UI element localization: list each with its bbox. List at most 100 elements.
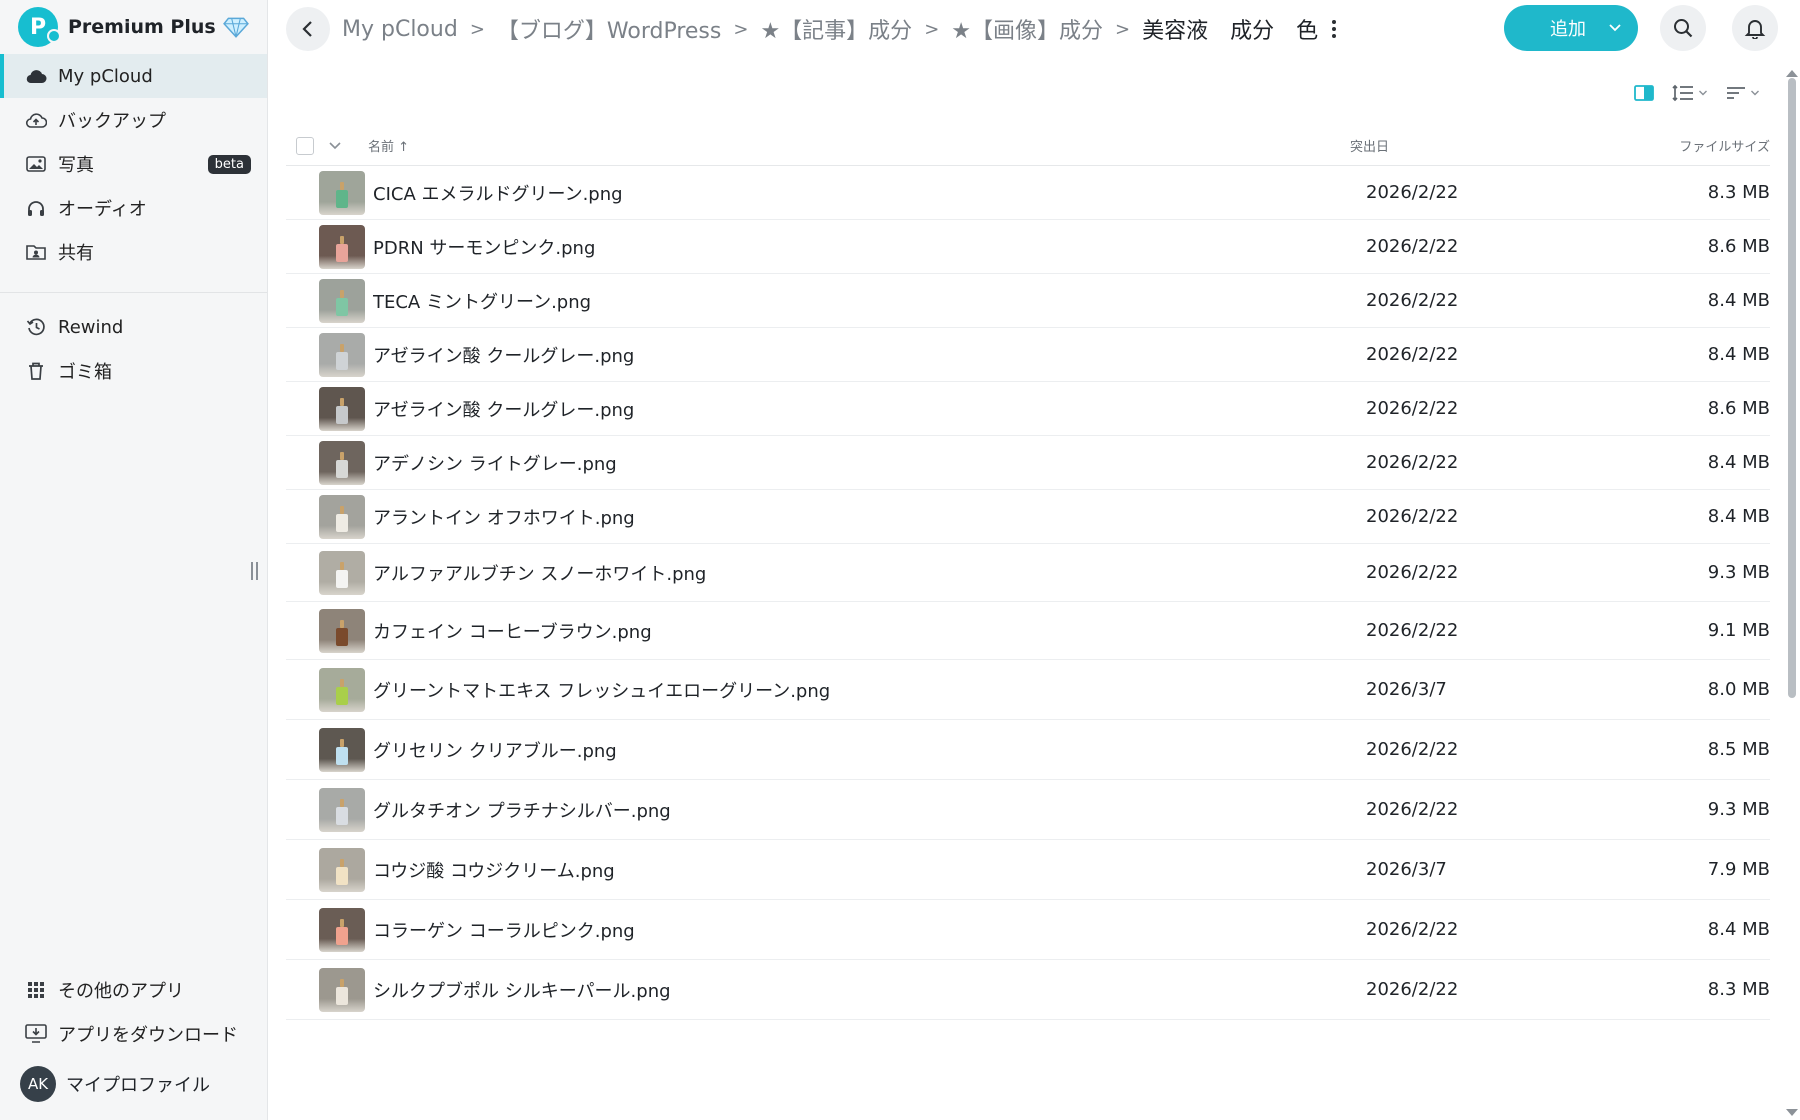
file-name[interactable]: シルクプブポル シルキーパール.png (373, 977, 1366, 1003)
file-date: 2026/2/22 (1366, 506, 1459, 527)
bottle-cap-icon (340, 798, 344, 807)
breadcrumb: My pCloud > 【ブログ】WordPress > ★【記事】成分 > ★… (342, 13, 1344, 45)
info-panel-toggle[interactable] (1634, 84, 1654, 102)
bottle-icon (336, 926, 348, 945)
bottle-cap-icon (340, 289, 344, 298)
sidebar-item-download-app[interactable]: アプリをダウンロード (0, 1012, 267, 1056)
file-thumbnail (319, 224, 365, 269)
file-size: 8.5 MB (1707, 739, 1770, 760)
file-name[interactable]: コウジ酸 コウジクリーム.png (373, 857, 1366, 883)
history-icon (24, 315, 48, 339)
file-row[interactable]: PDRN サーモンピンク.png 2026/2/22 8.6 MB (286, 220, 1770, 274)
bottle-cap-icon (340, 451, 344, 460)
file-name[interactable]: アゼライン酸 クールグレー.png (373, 396, 1366, 422)
bottle-icon (336, 686, 348, 705)
file-row[interactable]: シルクプブポル シルキーパール.png 2026/2/22 8.3 MB (286, 960, 1770, 1020)
file-row[interactable]: アデノシン ライトグレー.png 2026/2/22 8.4 MB (286, 436, 1770, 490)
file-row[interactable]: グリーントマトエキス フレッシュイエローグリーン.png 2026/3/7 8.0 … (286, 660, 1770, 720)
file-date: 2026/2/22 (1366, 620, 1459, 641)
scrollbar-thumb[interactable] (1788, 78, 1796, 698)
sidebar-item-my-pcloud[interactable]: My pCloud (0, 54, 267, 98)
column-header-size[interactable]: ファイルサイズ (1679, 136, 1770, 155)
scroll-down-arrow-icon[interactable] (1786, 1109, 1798, 1116)
primary-nav: My pCloud バックアップ 写真 beta オーディオ 共有 (0, 54, 267, 274)
sidebar-item-label: Rewind (58, 316, 124, 338)
sidebar-divider (0, 292, 267, 293)
profile-label: マイプロファイル (66, 1075, 210, 1096)
sidebar-item-rewind[interactable]: Rewind (0, 305, 267, 349)
search-button[interactable] (1660, 5, 1706, 51)
sidebar-item-label: アプリをダウンロード (58, 1025, 238, 1046)
file-name[interactable]: アデノシン ライトグレー.png (373, 450, 1366, 476)
plan-name: Premium Plus (68, 16, 216, 38)
shared-folder-icon (24, 240, 48, 264)
notifications-button[interactable] (1732, 5, 1778, 51)
bottle-icon (336, 627, 348, 646)
column-header-name[interactable]: 名前 ↑ (368, 136, 1350, 155)
secondary-nav: Rewind ゴミ箱 (0, 305, 267, 393)
sidebar-item-label: ゴミ箱 (58, 362, 112, 383)
file-row[interactable]: コラーゲン コーラルピンク.png 2026/2/22 8.4 MB (286, 900, 1770, 960)
file-name[interactable]: CICA エメラルドグリーン.png (373, 180, 1366, 206)
file-name[interactable]: コラーゲン コーラルピンク.png (373, 917, 1366, 943)
scroll-up-arrow-icon[interactable] (1786, 70, 1798, 77)
download-app-icon (24, 1022, 48, 1046)
breadcrumb-item[interactable]: ★【画像】成分 (951, 13, 1103, 45)
breadcrumb-item[interactable]: My pCloud (342, 17, 458, 42)
sidebar-item-trash[interactable]: ゴミ箱 (0, 349, 267, 393)
diamond-icon[interactable] (223, 14, 249, 40)
file-size: 8.4 MB (1707, 919, 1770, 940)
bottle-icon (336, 459, 348, 478)
file-thumbnail (319, 787, 365, 832)
sidebar-item-label: 共有 (58, 243, 94, 264)
file-thumbnail (319, 967, 365, 1012)
sidebar-item-label: オーディオ (58, 199, 147, 220)
breadcrumb-current: 美容液 成分 色 (1142, 19, 1319, 44)
more-options-icon[interactable] (1324, 17, 1344, 41)
file-name[interactable]: PDRN サーモンピンク.png (373, 234, 1366, 260)
add-button[interactable]: 追加 (1504, 5, 1638, 51)
sidebar-item-backup[interactable]: バックアップ (0, 98, 267, 142)
file-row[interactable]: アラントイン オフホワイト.png 2026/2/22 8.4 MB (286, 490, 1770, 544)
file-name[interactable]: グリーントマトエキス フレッシュイエローグリーン.png (373, 677, 1366, 703)
file-row[interactable]: アゼライン酸 クールグレー.png 2026/2/22 8.6 MB (286, 382, 1770, 436)
file-row[interactable]: グリセリン クリアブルー.png 2026/2/22 8.5 MB (286, 720, 1770, 780)
sidebar-item-photos[interactable]: 写真 beta (0, 142, 267, 186)
file-thumbnail (319, 550, 365, 595)
file-row[interactable]: CICA エメラルドグリーン.png 2026/2/22 8.3 MB (286, 166, 1770, 220)
chevron-right-icon: > (733, 18, 749, 40)
sidebar-resize-handle[interactable] (251, 562, 261, 580)
file-row[interactable]: グルタチオン プラチナシルバー.png 2026/2/22 9.3 MB (286, 780, 1770, 840)
breadcrumb-item[interactable]: 【ブログ】WordPress (497, 13, 721, 45)
file-name[interactable]: TECA ミントグリーン.png (373, 288, 1366, 314)
file-name[interactable]: アゼライン酸 クールグレー.png (373, 342, 1366, 368)
back-button[interactable] (286, 7, 330, 51)
file-row[interactable]: アルファアルブチン スノーホワイト.png 2026/2/22 9.3 MB (286, 544, 1770, 602)
bottle-cap-icon (340, 918, 344, 927)
file-row[interactable]: コウジ酸 コウジクリーム.png 2026/3/7 7.9 MB (286, 840, 1770, 900)
bottle-icon (336, 513, 348, 532)
file-name[interactable]: アルファアルブチン スノーホワイト.png (373, 560, 1366, 586)
file-row[interactable]: カフェイン コーヒーブラウン.png 2026/2/22 9.1 MB (286, 602, 1770, 660)
file-thumbnail (319, 494, 365, 539)
file-row[interactable]: アゼライン酸 クールグレー.png 2026/2/22 8.4 MB (286, 328, 1770, 382)
view-density-toggle[interactable] (1672, 84, 1708, 102)
file-date: 2026/3/7 (1366, 859, 1447, 880)
sidebar-item-shared[interactable]: 共有 (0, 230, 267, 274)
file-row[interactable]: TECA ミントグリーン.png 2026/2/22 8.4 MB (286, 274, 1770, 328)
sidebar: P Premium Plus My pCloud バックアップ 写真 beta … (0, 0, 268, 1120)
file-name[interactable]: グルタチオン プラチナシルバー.png (373, 797, 1366, 823)
breadcrumb-item[interactable]: ★【記事】成分 (760, 13, 912, 45)
sidebar-item-audio[interactable]: オーディオ (0, 186, 267, 230)
sidebar-item-other-apps[interactable]: その他のアプリ (0, 968, 267, 1012)
bottle-icon (336, 243, 348, 262)
file-date: 2026/2/22 (1366, 236, 1459, 257)
column-header-date[interactable]: 突出日 (1350, 136, 1550, 155)
file-name[interactable]: アラントイン オフホワイト.png (373, 504, 1366, 530)
file-name[interactable]: グリセリン クリアブルー.png (373, 737, 1366, 763)
file-name[interactable]: カフェイン コーヒーブラウン.png (373, 618, 1366, 644)
chevron-down-icon[interactable] (328, 141, 342, 151)
profile-link[interactable]: AK マイプロファイル (0, 1056, 267, 1112)
sort-toggle[interactable] (1726, 85, 1760, 101)
select-all-checkbox[interactable] (296, 136, 314, 155)
